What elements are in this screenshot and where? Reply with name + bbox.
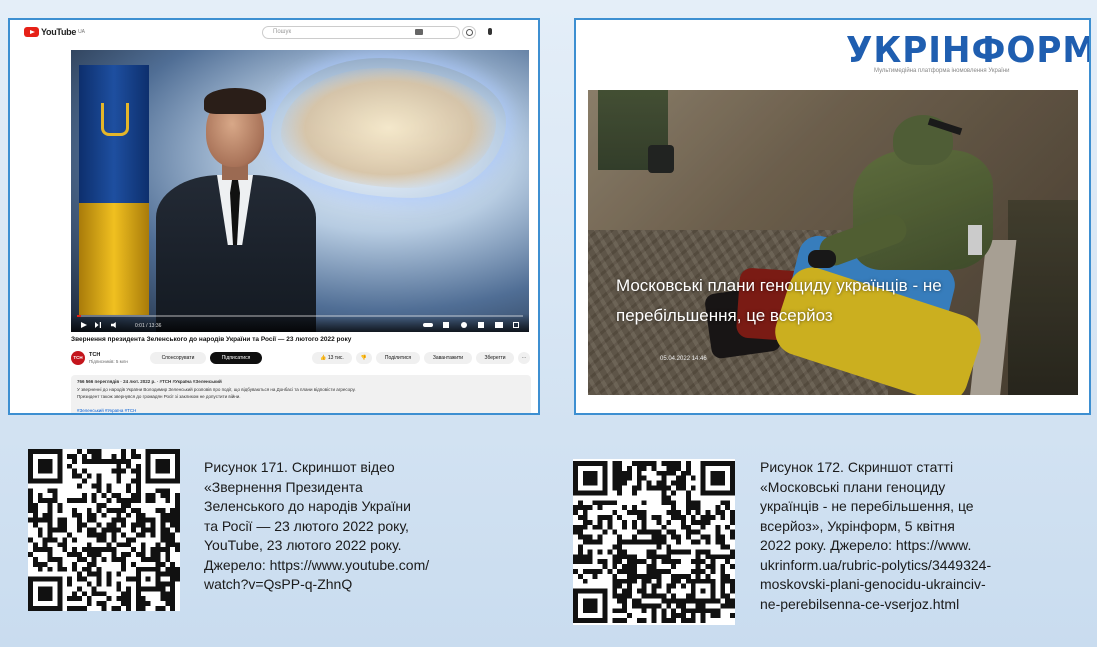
ukraine-flag	[79, 65, 149, 315]
youtube-header: YouTube UA Пошук	[10, 20, 538, 46]
caption-link[interactable]: moskovski-plani-genocidu-ukrainciv-	[760, 575, 1090, 595]
qr-code-icon[interactable]	[573, 459, 735, 625]
search-placeholder: Пошук	[273, 29, 292, 35]
channel-name[interactable]: ТСН	[89, 352, 100, 358]
keyboard-icon[interactable]	[415, 29, 423, 35]
view-stats: 766 566 переглядів · 24 лют. 2022 р. · #…	[77, 379, 222, 384]
volume-icon[interactable]	[111, 322, 116, 328]
progress-bar[interactable]	[77, 315, 523, 317]
figure-172-caption: Рисунок 172. Скриншот статті «Московські…	[760, 458, 1090, 614]
qr-code-icon[interactable]	[28, 449, 180, 611]
ukrinform-slogan: Мультимедійна платформа іномовлення Укра…	[874, 68, 1010, 74]
save-button[interactable]: Зберегти	[476, 352, 514, 364]
like-icon: 👍	[320, 355, 327, 361]
more-icon[interactable]: ⋯	[518, 352, 530, 364]
autoplay-toggle-icon[interactable]	[423, 323, 433, 327]
youtube-logo-icon	[24, 27, 39, 37]
like-button[interactable]: 👍 13 тис.	[312, 352, 352, 364]
caption-line: Рисунок 172. Скриншот статті	[760, 459, 954, 475]
caption-line: всерйоз», Укрінформ, 5 квітня	[760, 517, 955, 534]
youtube-screenshot: YouTube UA Пошук 0:01 / 13:36 Звернення …	[8, 18, 540, 415]
hashtag-link[interactable]: #Зеленський #Україна #ТСН	[77, 408, 136, 413]
download-button[interactable]: Завантажити	[424, 352, 472, 364]
caption-line: та Росії — 23 лютого 2022 року,	[204, 517, 409, 534]
ukrinform-logo[interactable]: УКРІНФОРМ	[846, 30, 1089, 71]
caption-line: YouTube, 23 лютого 2022 року.	[204, 537, 402, 553]
caption-line: Рисунок 171. Скриншот відео	[204, 459, 395, 475]
caption-line: «Московські плани геноциду	[760, 478, 946, 495]
figure-171-caption: Рисунок 171. Скриншот відео «Звернення П…	[204, 458, 534, 595]
theater-icon[interactable]	[495, 322, 503, 328]
article-photo[interactable]: Московські плани геноциду українців - не…	[588, 90, 1078, 395]
caption-line: 2022 року. Джерело: https://www.	[760, 537, 972, 553]
youtube-logo-text: YouTube	[41, 27, 77, 37]
youtube-logo-region: UA	[78, 29, 86, 35]
article-headline-line-1[interactable]: Московські плани геноциду українців - не	[616, 276, 942, 296]
article-headline-line-2[interactable]: перебільшення, це всерйоз	[616, 306, 833, 326]
player-controls: 0:01 / 13:36	[71, 314, 529, 332]
ukrinform-screenshot: УКРІНФОРМ Мультимедійна платформа іномов…	[574, 18, 1091, 415]
subtitles-icon[interactable]	[443, 322, 449, 328]
player-time: 0:01 / 13:36	[135, 323, 162, 329]
video-player[interactable]: 0:01 / 13:36	[71, 50, 529, 332]
caption-link[interactable]: Джерело: https://www.youtube.com/	[204, 556, 534, 576]
description-line: У зверненні до народів України Володимир…	[77, 387, 356, 392]
caption-line: українців - не перебільшення, це	[760, 498, 974, 514]
miniplayer-icon[interactable]	[478, 322, 484, 328]
like-count: 13 тис.	[327, 355, 344, 361]
settings-icon[interactable]	[461, 322, 467, 328]
caption-line: Зеленського до народів України	[204, 498, 411, 514]
caption-link[interactable]: watch?v=QsPP-q-ZhnQ	[204, 575, 534, 595]
share-button[interactable]: Поділитися	[376, 352, 420, 364]
dislike-icon[interactable]: 👎	[356, 352, 372, 364]
search-icon[interactable]	[462, 26, 476, 39]
article-date: 05.04.2022 14:46	[660, 356, 707, 362]
youtube-logo[interactable]: YouTube UA	[24, 27, 85, 37]
subscribe-button[interactable]: Підписатися	[210, 352, 262, 364]
caption-line: «Звернення Президента	[204, 478, 363, 495]
description-line: Президент також звернувся до громадян Ро…	[77, 394, 241, 399]
avatar[interactable]: ТСН	[71, 351, 85, 365]
speaker	[156, 80, 316, 332]
trident-emblem	[101, 103, 129, 136]
video-title: Звернення президента Зеленського до наро…	[71, 336, 352, 343]
caption-link[interactable]: ukrinform.ua/rubric-polytics/3449324-	[760, 556, 1090, 576]
play-icon[interactable]	[81, 322, 87, 328]
join-button[interactable]: Спонсорувати	[150, 352, 206, 364]
mic-icon[interactable]	[488, 28, 492, 35]
fullscreen-icon[interactable]	[513, 322, 519, 328]
next-icon[interactable]	[95, 322, 101, 328]
caption-link[interactable]: ne-perebilsenna-ce-vserjoz.html	[760, 595, 1090, 615]
subscriber-count: Підписників: 5 млн	[89, 359, 128, 364]
search-input[interactable]: Пошук	[262, 26, 460, 39]
progress-fill	[77, 315, 82, 317]
video-description[interactable]: 766 566 переглядів · 24 лют. 2022 р. · #…	[71, 375, 531, 413]
